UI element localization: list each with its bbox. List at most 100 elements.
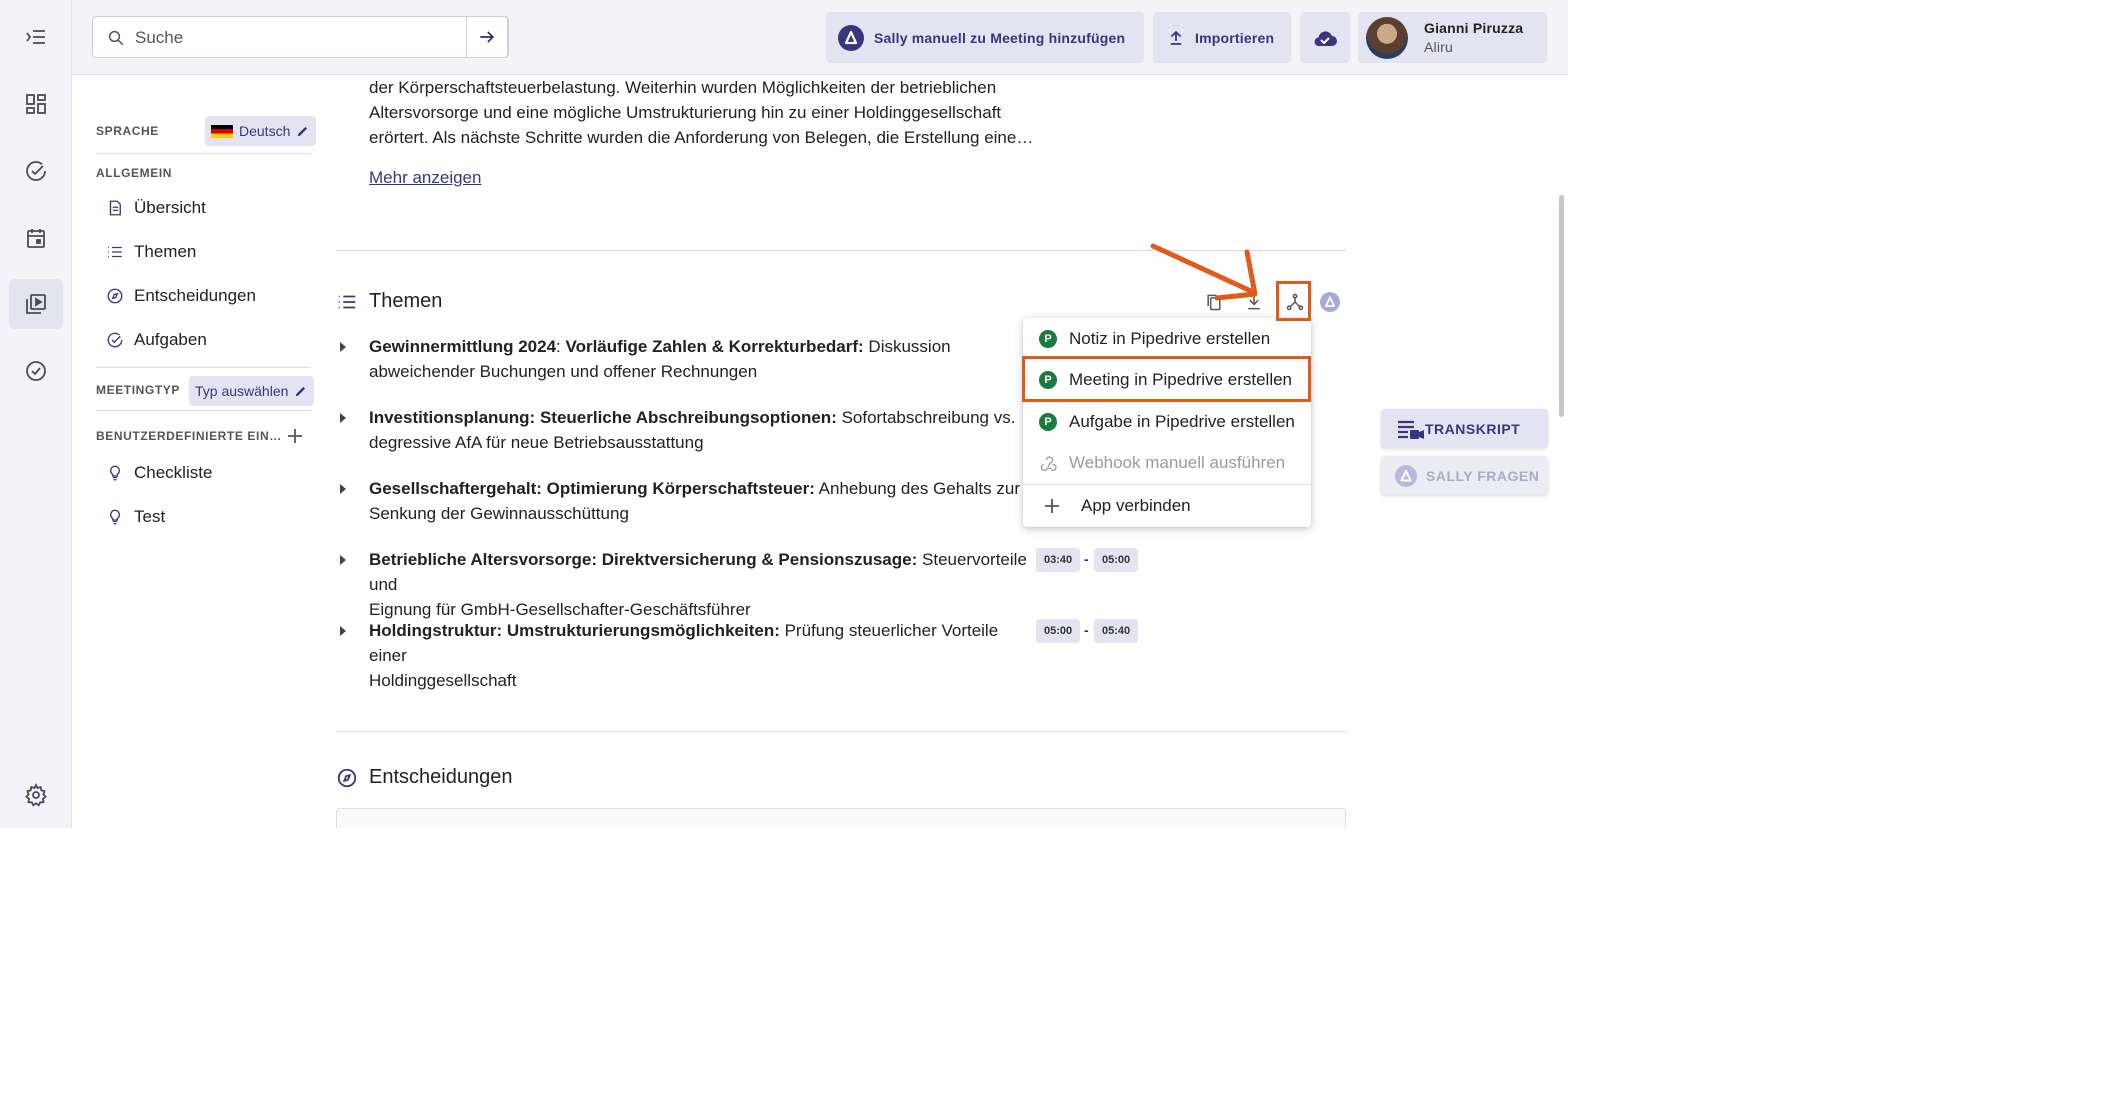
upload-icon bbox=[1170, 30, 1182, 45]
rail-settings-button[interactable] bbox=[9, 770, 63, 820]
nav-topics-label: Themen bbox=[134, 242, 197, 261]
import-label: Importieren bbox=[1195, 29, 1275, 46]
menu-toggle-button[interactable] bbox=[9, 12, 63, 62]
custom-heading: BENUTZERDEFINIERTE EIN… bbox=[96, 429, 282, 443]
sally-logo-icon bbox=[1320, 292, 1340, 312]
pipedrive-icon: P bbox=[1039, 413, 1057, 431]
menu-item-label: App verbinden bbox=[1081, 496, 1191, 515]
ask-sally-button[interactable]: SALLY FRAGEN bbox=[1381, 456, 1548, 495]
plus-icon bbox=[288, 429, 302, 443]
pencil-icon bbox=[296, 386, 306, 397]
menu-item-pipedrive-note[interactable]: P Notiz in Pipedrive erstellen bbox=[1023, 318, 1311, 360]
app-root: Sally manuell zu Meeting hinzufügen Impo… bbox=[0, 0, 1568, 828]
user-org: Aliru bbox=[1424, 39, 1454, 55]
nav-tasks-label: Aufgaben bbox=[134, 330, 207, 349]
nav-checklist-label: Checkliste bbox=[134, 463, 213, 482]
caret-right-icon bbox=[340, 413, 346, 423]
search-input[interactable] bbox=[135, 25, 495, 51]
topics-section-title: Themen bbox=[336, 290, 442, 313]
menu-item-connect-app[interactable]: App verbinden bbox=[1023, 485, 1311, 527]
nav-decisions-label: Entscheidungen bbox=[134, 286, 256, 305]
rail-meetings-button[interactable] bbox=[9, 279, 63, 329]
language-selector[interactable]: Deutsch bbox=[205, 116, 317, 146]
timestamp-end[interactable]: 05:00 bbox=[1094, 548, 1139, 572]
dashboard-icon bbox=[26, 94, 46, 114]
topic-title: Betriebliche Altersvorsorge: Direktversi… bbox=[369, 550, 918, 569]
lightbulb-icon bbox=[110, 465, 120, 481]
general-heading: ALLGEMEIN bbox=[96, 166, 173, 180]
calendar-icon bbox=[27, 229, 45, 248]
add-sally-label: Sally manuell zu Meeting hinzufügen bbox=[874, 29, 1126, 46]
topic-item[interactable]: Gewinnermittlung 2024: Vorläufige Zahlen… bbox=[340, 334, 1030, 384]
caret-right-icon bbox=[340, 342, 346, 352]
add-sally-to-meeting-button[interactable]: Sally manuell zu Meeting hinzufügen bbox=[826, 12, 1144, 63]
topic-text: Sofortabschreibung vs. bbox=[836, 408, 1016, 427]
transcript-label: TRANSKRIPT bbox=[1425, 420, 1521, 437]
rail-dashboard-button[interactable] bbox=[9, 79, 63, 129]
rail-tasks-button[interactable] bbox=[9, 146, 63, 196]
timestamp-start[interactable]: 03:40 bbox=[1036, 548, 1081, 572]
check-circle-icon bbox=[107, 332, 123, 348]
nav-checklist[interactable]: Checkliste bbox=[106, 461, 212, 485]
nav-overview-label: Übersicht bbox=[134, 198, 206, 217]
nav-test-label: Test bbox=[134, 507, 166, 526]
meeting-type-selector[interactable]: Typ auswählen bbox=[189, 376, 315, 406]
nav-topics[interactable]: Themen bbox=[106, 240, 196, 264]
topic-text: degressive AfA für neue Betriebsausstatt… bbox=[369, 433, 704, 452]
topic-item[interactable]: Holdingstruktur: Umstrukturierungsmöglic… bbox=[340, 618, 1030, 693]
left-rail bbox=[0, 0, 72, 828]
import-button[interactable]: Importieren bbox=[1153, 12, 1291, 63]
menu-item-label: Aufgabe in Pipedrive erstellen bbox=[1069, 412, 1295, 431]
rail-calendar-button[interactable] bbox=[9, 213, 63, 263]
topic-item[interactable]: Investitionsplanung: Steuerliche Abschre… bbox=[340, 405, 1030, 455]
search-submit-button[interactable] bbox=[466, 16, 508, 58]
summary-line: der Körperschaftsteuerbelastung. Weiterh… bbox=[369, 78, 997, 97]
add-custom-button[interactable] bbox=[286, 427, 304, 445]
transcript-button[interactable]: TRANSKRIPT bbox=[1381, 409, 1548, 448]
topic-title: Holdingstruktur: Umstrukturierungsmöglic… bbox=[369, 621, 780, 640]
annotation-arrow-icon bbox=[1150, 243, 1258, 301]
sally-logo-icon bbox=[1395, 464, 1417, 487]
check-circle-icon bbox=[26, 161, 46, 181]
menu-collapse-icon bbox=[26, 30, 45, 44]
caret-right-icon bbox=[340, 626, 346, 636]
menu-item-webhook[interactable]: Webhook manuell ausführen bbox=[1023, 442, 1311, 484]
meeting-type-heading: MEETINGTYP bbox=[96, 383, 181, 397]
summary-line: erörtert. Als nächste Schritte wurden di… bbox=[369, 128, 1034, 147]
video-library-icon bbox=[26, 294, 46, 314]
menu-item-pipedrive-task[interactable]: P Aufgabe in Pipedrive erstellen bbox=[1023, 401, 1311, 443]
topic-text: Senkung der Gewinnausschüttung bbox=[369, 504, 629, 523]
cloud-sync-button[interactable] bbox=[1300, 12, 1350, 63]
topic-separator: : bbox=[556, 337, 566, 356]
rail-done-button[interactable] bbox=[9, 346, 63, 396]
list-icon bbox=[108, 246, 122, 258]
ask-sally-topics-button[interactable] bbox=[1318, 290, 1342, 314]
topic-text: Eignung für GmbH-Gesellschafter-Geschäft… bbox=[369, 600, 751, 619]
timestamp-start[interactable]: 05:00 bbox=[1036, 619, 1081, 643]
pipedrive-icon: P bbox=[1039, 330, 1057, 348]
nav-decisions[interactable]: Entscheidungen bbox=[106, 284, 256, 308]
nav-tasks[interactable]: Aufgaben bbox=[106, 328, 207, 352]
topic-text: Diskussion bbox=[863, 337, 951, 356]
timestamp-end[interactable]: 05:40 bbox=[1094, 619, 1139, 643]
nav-test[interactable]: Test bbox=[106, 505, 165, 529]
divider bbox=[96, 410, 311, 411]
show-more-link[interactable]: Mehr anzeigen bbox=[369, 168, 481, 188]
caret-right-icon bbox=[340, 555, 346, 565]
compass-icon bbox=[337, 768, 357, 787]
summary-line: Altersvorsorge und eine mögliche Umstruk… bbox=[369, 103, 1002, 122]
topic-item[interactable]: Betriebliche Altersvorsorge: Direktversi… bbox=[340, 547, 1030, 622]
scrollbar-thumb[interactable] bbox=[1559, 195, 1564, 417]
scrollbar-track[interactable] bbox=[1555, 75, 1568, 828]
menu-item-label: Notiz in Pipedrive erstellen bbox=[1069, 329, 1271, 348]
topics-title-text: Themen bbox=[369, 290, 443, 312]
decisions-section-title: Entscheidungen bbox=[336, 766, 512, 789]
user-menu[interactable]: Gianni Piruzza Aliru bbox=[1358, 12, 1547, 63]
nav-overview[interactable]: Übersicht bbox=[106, 196, 206, 220]
topic-item[interactable]: Gesellschaftergehalt: Optimierung Körper… bbox=[340, 476, 1030, 526]
caret-right-icon bbox=[340, 484, 346, 494]
divider bbox=[96, 153, 311, 154]
integration-menu: P Notiz in Pipedrive erstellen P Meeting… bbox=[1023, 318, 1311, 527]
language-value: Deutsch bbox=[239, 123, 291, 139]
topic-text: Anhebung des Gehalts zur bbox=[814, 479, 1020, 498]
